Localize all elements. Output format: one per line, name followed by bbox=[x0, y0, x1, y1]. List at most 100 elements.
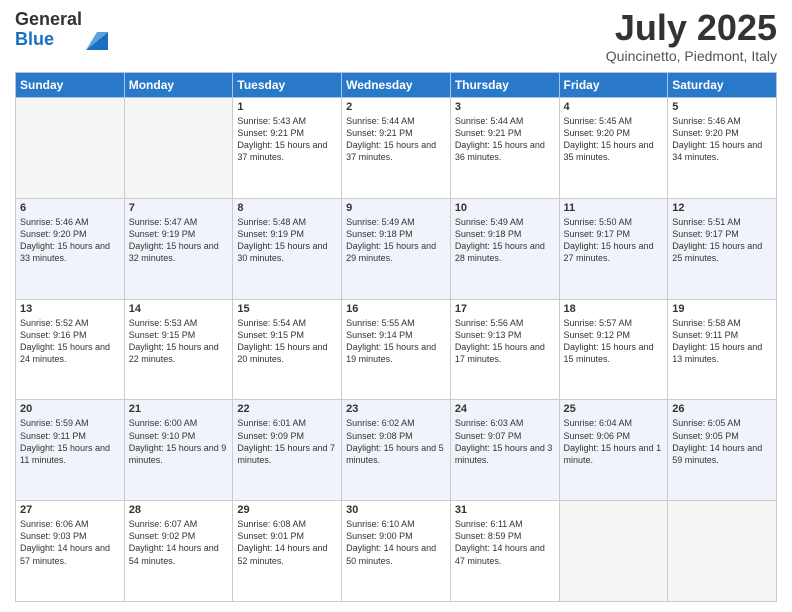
day-number: 15 bbox=[237, 303, 337, 315]
calendar-cell bbox=[559, 501, 668, 602]
calendar-cell: 17 Sunrise: 5:56 AM Sunset: 9:13 PM Dayli… bbox=[450, 299, 559, 400]
calendar-cell: 2 Sunrise: 5:44 AM Sunset: 9:21 PM Daylig… bbox=[342, 98, 451, 199]
cell-info: Sunrise: 5:48 AM Sunset: 9:19 PM Dayligh… bbox=[237, 216, 337, 265]
calendar-cell bbox=[124, 98, 233, 199]
cell-info: Sunrise: 5:44 AM Sunset: 9:21 PM Dayligh… bbox=[455, 115, 555, 164]
calendar-cell: 3 Sunrise: 5:44 AM Sunset: 9:21 PM Daylig… bbox=[450, 98, 559, 199]
calendar-cell: 21 Sunrise: 6:00 AM Sunset: 9:10 PM Dayli… bbox=[124, 400, 233, 501]
calendar-cell: 31Sunrise: 6:11 AM Sunset: 8:59 PM Dayli… bbox=[450, 501, 559, 602]
day-number: 14 bbox=[129, 303, 229, 315]
calendar-cell: 1 Sunrise: 5:43 AM Sunset: 9:21 PM Daylig… bbox=[233, 98, 342, 199]
day-number: 28 bbox=[129, 504, 229, 516]
calendar-cell: 13 Sunrise: 5:52 AM Sunset: 9:16 PM Dayli… bbox=[16, 299, 125, 400]
cell-info: Sunrise: 6:03 AM Sunset: 9:07 PM Dayligh… bbox=[455, 417, 555, 466]
cell-info: Sunrise: 6:06 AM Sunset: 9:03 PM Dayligh… bbox=[20, 518, 120, 567]
day-number: 22 bbox=[237, 403, 337, 415]
cell-info: Sunrise: 5:59 AM Sunset: 9:11 PM Dayligh… bbox=[20, 417, 120, 466]
day-number: 17 bbox=[455, 303, 555, 315]
cell-info: Sunrise: 5:54 AM Sunset: 9:15 PM Dayligh… bbox=[237, 317, 337, 366]
calendar-cell: 20 Sunrise: 5:59 AM Sunset: 9:11 PM Dayli… bbox=[16, 400, 125, 501]
cell-info: Sunrise: 5:55 AM Sunset: 9:14 PM Dayligh… bbox=[346, 317, 446, 366]
calendar-cell: 12Sunrise: 5:51 AM Sunset: 9:17 PM Dayli… bbox=[668, 198, 777, 299]
calendar: SundayMondayTuesdayWednesdayThursdayFrid… bbox=[15, 72, 777, 602]
day-number: 31 bbox=[455, 504, 555, 516]
calendar-header-monday: Monday bbox=[124, 73, 233, 98]
calendar-cell: 18 Sunrise: 5:57 AM Sunset: 9:12 PM Dayli… bbox=[559, 299, 668, 400]
cell-info: Sunrise: 5:49 AM Sunset: 9:18 PM Dayligh… bbox=[346, 216, 446, 265]
cell-info: Sunrise: 6:01 AM Sunset: 9:09 PM Dayligh… bbox=[237, 417, 337, 466]
calendar-header-friday: Friday bbox=[559, 73, 668, 98]
calendar-cell: 4 Sunrise: 5:45 AM Sunset: 9:20 PM Daylig… bbox=[559, 98, 668, 199]
calendar-header-tuesday: Tuesday bbox=[233, 73, 342, 98]
day-number: 12 bbox=[672, 202, 772, 214]
day-number: 4 bbox=[564, 101, 664, 113]
calendar-cell: 16 Sunrise: 5:55 AM Sunset: 9:14 PM Dayli… bbox=[342, 299, 451, 400]
logo: General Blue bbox=[15, 10, 108, 50]
day-number: 20 bbox=[20, 403, 120, 415]
day-number: 9 bbox=[346, 202, 446, 214]
cell-info: Sunrise: 5:44 AM Sunset: 9:21 PM Dayligh… bbox=[346, 115, 446, 164]
calendar-cell bbox=[668, 501, 777, 602]
calendar-header-row: SundayMondayTuesdayWednesdayThursdayFrid… bbox=[16, 73, 777, 98]
cell-info: Sunrise: 6:00 AM Sunset: 9:10 PM Dayligh… bbox=[129, 417, 229, 466]
day-number: 21 bbox=[129, 403, 229, 415]
logo-blue: Blue bbox=[15, 30, 82, 50]
day-number: 2 bbox=[346, 101, 446, 113]
calendar-cell: 5Sunrise: 5:46 AM Sunset: 9:20 PM Daylig… bbox=[668, 98, 777, 199]
calendar-cell: 8 Sunrise: 5:48 AM Sunset: 9:19 PM Daylig… bbox=[233, 198, 342, 299]
day-number: 19 bbox=[672, 303, 772, 315]
calendar-cell: 29Sunrise: 6:08 AM Sunset: 9:01 PM Dayli… bbox=[233, 501, 342, 602]
calendar-week-row: 13 Sunrise: 5:52 AM Sunset: 9:16 PM Dayli… bbox=[16, 299, 777, 400]
calendar-week-row: 27Sunrise: 6:06 AM Sunset: 9:03 PM Dayli… bbox=[16, 501, 777, 602]
day-number: 3 bbox=[455, 101, 555, 113]
day-number: 24 bbox=[455, 403, 555, 415]
cell-info: Sunrise: 5:45 AM Sunset: 9:20 PM Dayligh… bbox=[564, 115, 664, 164]
cell-info: Sunrise: 6:08 AM Sunset: 9:01 PM Dayligh… bbox=[237, 518, 337, 567]
location: Quincinetto, Piedmont, Italy bbox=[606, 48, 777, 64]
cell-info: Sunrise: 5:58 AM Sunset: 9:11 PM Dayligh… bbox=[672, 317, 772, 366]
page: General Blue July 2025 Quincinetto, Pied… bbox=[0, 0, 792, 612]
cell-info: Sunrise: 6:10 AM Sunset: 9:00 PM Dayligh… bbox=[346, 518, 446, 567]
calendar-cell: 11Sunrise: 5:50 AM Sunset: 9:17 PM Dayli… bbox=[559, 198, 668, 299]
calendar-cell: 23Sunrise: 6:02 AM Sunset: 9:08 PM Dayli… bbox=[342, 400, 451, 501]
calendar-week-row: 20 Sunrise: 5:59 AM Sunset: 9:11 PM Dayli… bbox=[16, 400, 777, 501]
cell-info: Sunrise: 6:02 AM Sunset: 9:08 PM Dayligh… bbox=[346, 417, 446, 466]
cell-info: Sunrise: 5:52 AM Sunset: 9:16 PM Dayligh… bbox=[20, 317, 120, 366]
calendar-cell: 10Sunrise: 5:49 AM Sunset: 9:18 PM Dayli… bbox=[450, 198, 559, 299]
calendar-week-row: 6 Sunrise: 5:46 AM Sunset: 9:20 PM Daylig… bbox=[16, 198, 777, 299]
calendar-header-sunday: Sunday bbox=[16, 73, 125, 98]
day-number: 30 bbox=[346, 504, 446, 516]
month-title: July 2025 bbox=[606, 10, 777, 46]
calendar-header-thursday: Thursday bbox=[450, 73, 559, 98]
calendar-cell: 25Sunrise: 6:04 AM Sunset: 9:06 PM Dayli… bbox=[559, 400, 668, 501]
calendar-cell: 28Sunrise: 6:07 AM Sunset: 9:02 PM Dayli… bbox=[124, 501, 233, 602]
day-number: 26 bbox=[672, 403, 772, 415]
cell-info: Sunrise: 5:57 AM Sunset: 9:12 PM Dayligh… bbox=[564, 317, 664, 366]
calendar-week-row: 1 Sunrise: 5:43 AM Sunset: 9:21 PM Daylig… bbox=[16, 98, 777, 199]
day-number: 16 bbox=[346, 303, 446, 315]
day-number: 1 bbox=[237, 101, 337, 113]
calendar-cell: 14Sunrise: 5:53 AM Sunset: 9:15 PM Dayli… bbox=[124, 299, 233, 400]
day-number: 25 bbox=[564, 403, 664, 415]
calendar-cell: 15 Sunrise: 5:54 AM Sunset: 9:15 PM Dayli… bbox=[233, 299, 342, 400]
calendar-cell: 30 Sunrise: 6:10 AM Sunset: 9:00 PM Dayli… bbox=[342, 501, 451, 602]
cell-info: Sunrise: 5:43 AM Sunset: 9:21 PM Dayligh… bbox=[237, 115, 337, 164]
day-number: 10 bbox=[455, 202, 555, 214]
cell-info: Sunrise: 5:47 AM Sunset: 9:19 PM Dayligh… bbox=[129, 216, 229, 265]
calendar-cell: 7 Sunrise: 5:47 AM Sunset: 9:19 PM Daylig… bbox=[124, 198, 233, 299]
cell-info: Sunrise: 5:46 AM Sunset: 9:20 PM Dayligh… bbox=[20, 216, 120, 265]
header: General Blue July 2025 Quincinetto, Pied… bbox=[15, 10, 777, 64]
title-block: July 2025 Quincinetto, Piedmont, Italy bbox=[606, 10, 777, 64]
calendar-cell: 24 Sunrise: 6:03 AM Sunset: 9:07 PM Dayli… bbox=[450, 400, 559, 501]
day-number: 13 bbox=[20, 303, 120, 315]
day-number: 6 bbox=[20, 202, 120, 214]
calendar-cell: 19 Sunrise: 5:58 AM Sunset: 9:11 PM Dayli… bbox=[668, 299, 777, 400]
cell-info: Sunrise: 5:56 AM Sunset: 9:13 PM Dayligh… bbox=[455, 317, 555, 366]
day-number: 7 bbox=[129, 202, 229, 214]
logo-icon bbox=[86, 22, 108, 50]
calendar-cell: 27Sunrise: 6:06 AM Sunset: 9:03 PM Dayli… bbox=[16, 501, 125, 602]
day-number: 18 bbox=[564, 303, 664, 315]
calendar-cell: 26Sunrise: 6:05 AM Sunset: 9:05 PM Dayli… bbox=[668, 400, 777, 501]
cell-info: Sunrise: 5:50 AM Sunset: 9:17 PM Dayligh… bbox=[564, 216, 664, 265]
day-number: 8 bbox=[237, 202, 337, 214]
